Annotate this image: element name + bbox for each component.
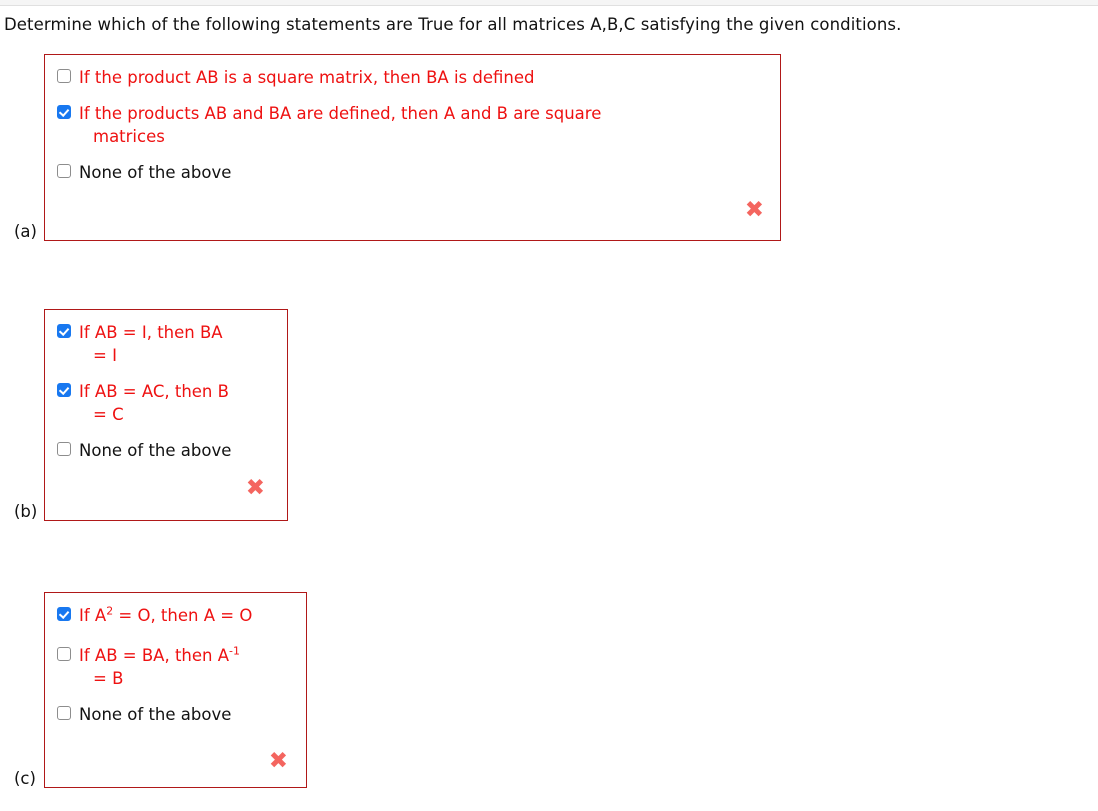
option-label-line2: matrices [93, 127, 165, 146]
incorrect-x-icon: ✖ [268, 748, 288, 774]
checkbox-unchecked-icon[interactable] [57, 164, 71, 178]
question-box-b: If AB = I, then BA = I If AB = AC, then … [44, 309, 288, 521]
question-label-b: (b) [14, 502, 38, 521]
option-label: If AB = I, then BA = I [79, 321, 223, 367]
incorrect-x-icon: ✖ [744, 197, 764, 223]
window-top-strip [0, 0, 1098, 6]
question-group-a: (a) If the product AB is a square matrix… [0, 54, 781, 241]
option-label: None of the above [79, 163, 232, 182]
option-row[interactable]: If AB = BA, then A-1 = B [45, 644, 306, 690]
option-label: None of the above [79, 705, 232, 724]
checkbox-checked-icon[interactable] [57, 105, 71, 119]
option-label-line1: If AB = AC, then B [79, 382, 229, 401]
option-row[interactable]: None of the above [45, 703, 306, 726]
page-title: Determine which of the following stateme… [4, 15, 902, 34]
question-label-c: (c) [14, 769, 36, 788]
checkbox-checked-icon[interactable] [57, 324, 71, 338]
option-label: If the product AB is a square matrix, th… [79, 68, 535, 87]
question-box-c: If A2 = O, then A = O If AB = BA, then A… [44, 592, 307, 788]
checkbox-checked-icon[interactable] [57, 607, 71, 621]
checkbox-unchecked-icon[interactable] [57, 706, 71, 720]
question-box-a: If the product AB is a square matrix, th… [44, 54, 781, 241]
incorrect-x-icon: ✖ [245, 475, 265, 501]
option-label-line1: If the products AB and BA are defined, t… [79, 104, 602, 123]
option-row[interactable]: If the products AB and BA are defined, t… [45, 102, 780, 148]
option-label: None of the above [79, 441, 232, 460]
option-label: If AB = BA, then A-1 = B [79, 644, 240, 690]
option-row[interactable]: If the product AB is a square matrix, th… [45, 66, 780, 89]
option-row[interactable]: If A2 = O, then A = O [45, 604, 306, 627]
checkbox-unchecked-icon[interactable] [57, 442, 71, 456]
checkbox-unchecked-icon[interactable] [57, 647, 71, 661]
checkbox-unchecked-icon[interactable] [57, 69, 71, 83]
option-label-line2: = B [93, 669, 124, 688]
option-row[interactable]: If AB = I, then BA = I [45, 321, 287, 367]
checkbox-checked-icon[interactable] [57, 383, 71, 397]
option-row[interactable]: None of the above [45, 161, 780, 184]
question-group-b: (b) If AB = I, then BA = I If AB = AC, t… [0, 309, 288, 521]
option-label: If A2 = O, then A = O [79, 604, 253, 625]
option-label-line1: If AB = BA, then A-1 [79, 644, 240, 665]
option-label-line1: If AB = I, then BA [79, 323, 223, 342]
question-group-c: (c) If A2 = O, then A = O If AB = BA, th… [0, 592, 307, 788]
option-row[interactable]: If AB = AC, then B = C [45, 380, 287, 426]
option-label: If AB = AC, then B = C [79, 380, 229, 426]
option-label-line2: = I [93, 346, 117, 365]
question-label-a: (a) [14, 222, 37, 241]
option-label-line2: = C [93, 405, 124, 424]
option-label: If the products AB and BA are defined, t… [79, 102, 601, 148]
option-row[interactable]: None of the above [45, 439, 287, 462]
